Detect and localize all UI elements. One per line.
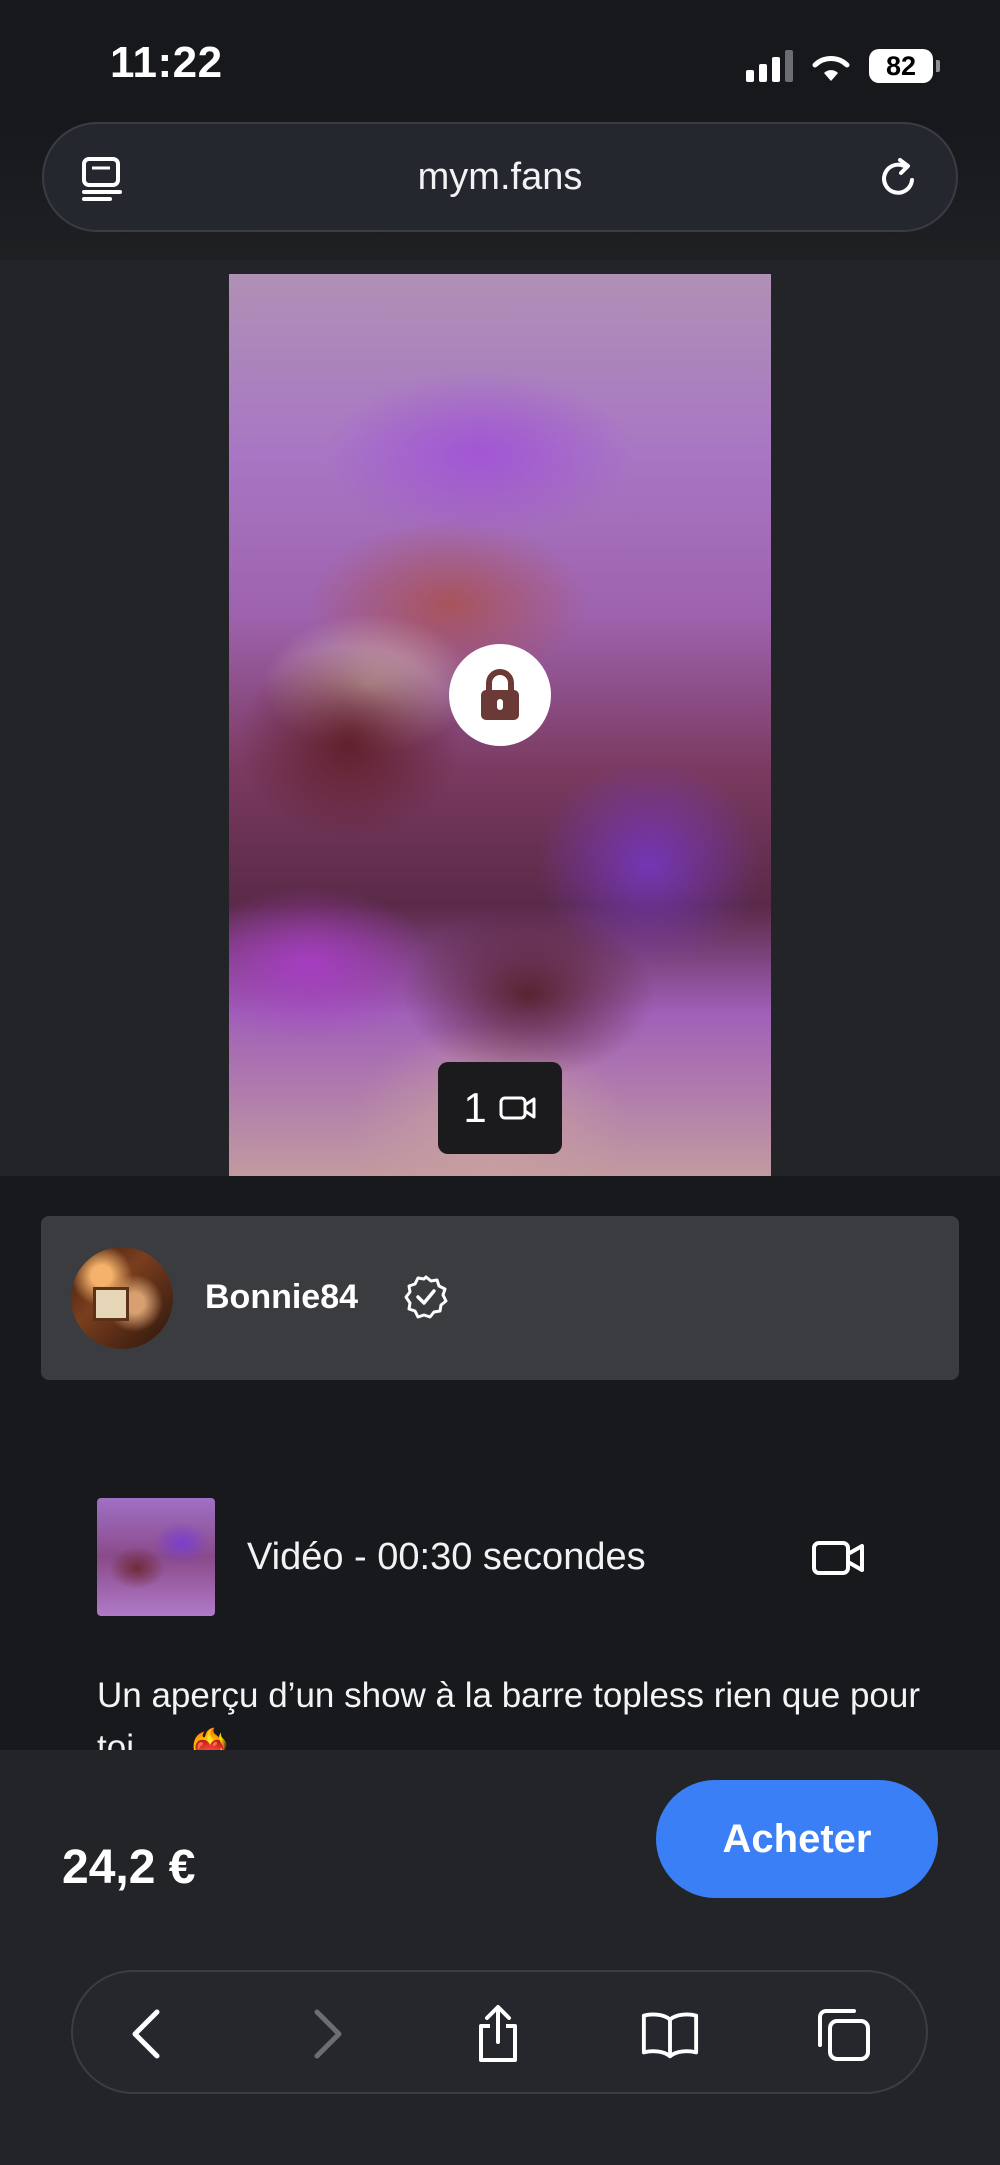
- cellular-signal-icon: [746, 50, 793, 82]
- url-text[interactable]: mym.fans: [44, 156, 956, 199]
- share-icon: [479, 2005, 517, 2062]
- share-button[interactable]: [468, 2004, 528, 2064]
- wifi-icon: [812, 56, 850, 81]
- unlock-button[interactable]: [449, 644, 551, 746]
- creator-name[interactable]: Bonnie84: [205, 1278, 358, 1317]
- status-bar: 11:22 82: [0, 0, 1000, 120]
- bookmarks-icon: [641, 2012, 699, 2059]
- video-camera-icon: [812, 1541, 864, 1575]
- forward-icon: [314, 2009, 342, 2059]
- bookmarks-button[interactable]: [640, 2004, 700, 2064]
- media-count: 1: [463, 1084, 487, 1131]
- battery-indicator: 82: [869, 49, 940, 83]
- purchase-bar: 24,2 € Acheter: [0, 1750, 1000, 2165]
- status-time: 11:22: [110, 38, 223, 87]
- page: 11:22 82 mym.fans 1 Bonnie84 Vidéo - 00:…: [0, 0, 1000, 2165]
- battery-tip: [936, 60, 940, 72]
- lock-icon: [481, 669, 519, 720]
- video-meta: Vidéo - 00:30 secondes: [247, 1536, 646, 1578]
- url-area: mym.fans: [0, 120, 1000, 260]
- media-count-badge: 1: [438, 1062, 562, 1154]
- back-icon: [132, 2009, 160, 2059]
- address-bar[interactable]: mym.fans: [42, 122, 958, 232]
- creator-card[interactable]: Bonnie84: [41, 1216, 959, 1380]
- tabs-button[interactable]: [813, 2004, 873, 2064]
- forward-button[interactable]: [297, 2004, 357, 2064]
- video-camera-icon: [499, 1096, 536, 1120]
- avatar-photo-detail: [93, 1287, 129, 1321]
- verified-badge-icon: [404, 1275, 448, 1319]
- tabs-icon: [818, 2009, 870, 2061]
- video-thumbnail[interactable]: [97, 1498, 215, 1616]
- status-icons: 82: [746, 46, 940, 86]
- back-button[interactable]: [117, 2004, 177, 2064]
- browser-toolbar: [71, 1970, 928, 2094]
- reload-icon[interactable]: [874, 154, 922, 202]
- avatar[interactable]: [71, 1247, 173, 1349]
- battery-level: 82: [869, 49, 933, 83]
- price: 24,2 €: [62, 1841, 196, 1894]
- post-caption: Un aperçu d’un show à la barre topless r…: [97, 1676, 920, 1750]
- buy-button[interactable]: Acheter: [656, 1780, 938, 1898]
